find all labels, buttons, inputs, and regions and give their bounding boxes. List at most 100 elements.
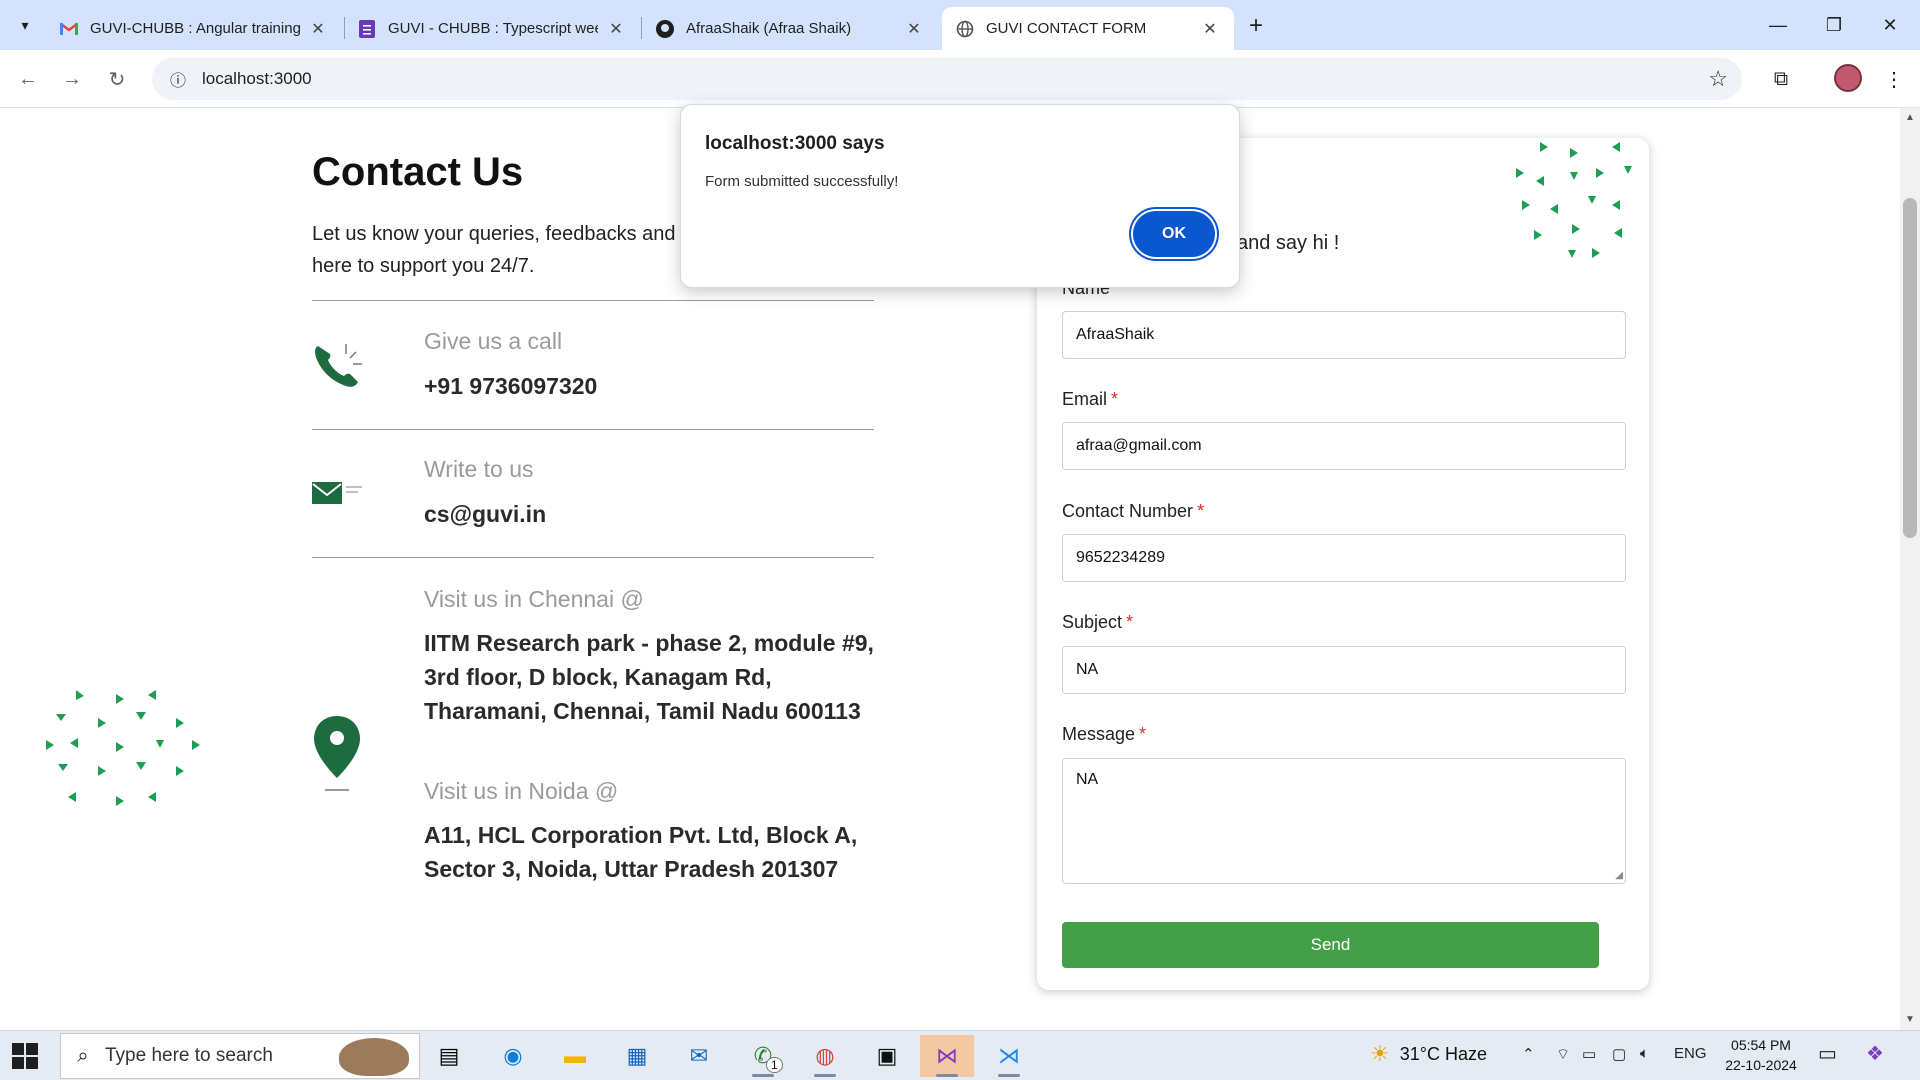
- windows-taskbar: ⌕ Type here to search ▤ ◉ ▬ ▦ ✉ ✆ 1 ◍ ▣ …: [0, 1030, 1920, 1080]
- globe-icon: [956, 20, 974, 38]
- resize-handle-icon[interactable]: ◢: [1615, 870, 1623, 881]
- tab-gmail[interactable]: GUVI-CHUBB : Angular training ✕: [46, 7, 342, 50]
- taskbar-whatsapp[interactable]: ✆ 1: [736, 1035, 790, 1077]
- message-label-text: Message: [1062, 724, 1136, 744]
- required-asterisk: *: [1126, 612, 1134, 632]
- close-icon[interactable]: ✕: [308, 19, 328, 39]
- tab-guvi-contact-form[interactable]: GUVI CONTACT FORM ✕: [942, 7, 1234, 50]
- taskbar-intellij[interactable]: ▣: [860, 1035, 914, 1077]
- language-indicator[interactable]: ENG: [1674, 1045, 1707, 1062]
- call-label: Give us a call: [424, 328, 563, 354]
- running-indicator: [998, 1074, 1020, 1077]
- reload-button[interactable]: ↻: [99, 61, 135, 97]
- copilot-icon[interactable]: ❖: [1866, 1041, 1884, 1066]
- site-info-icon[interactable]: ⓘ: [158, 67, 198, 91]
- contact-number-label: Contact Number *: [1062, 501, 1204, 522]
- contact-number-label-text: Contact Number: [1062, 501, 1194, 521]
- reload-icon: ↻: [108, 68, 126, 91]
- close-icon: ✕: [1882, 14, 1898, 35]
- store-icon: ▦: [626, 1043, 648, 1068]
- chennai-label: Visit us in Chennai @: [424, 586, 644, 612]
- tray-chevron-icon[interactable]: ⌃: [1522, 1045, 1535, 1063]
- close-icon[interactable]: ✕: [1200, 19, 1220, 39]
- email-field[interactable]: afraa@gmail.com: [1062, 422, 1626, 470]
- noida-address: A11, HCL Corporation Pvt. Ltd, Block A, …: [424, 822, 858, 882]
- scrollbar-thumb[interactable]: [1903, 198, 1917, 538]
- running-indicator: [936, 1074, 958, 1077]
- message-textarea[interactable]: NA ◢: [1062, 758, 1626, 884]
- tab-title: GUVI - CHUBB : Typescript wee: [388, 20, 598, 37]
- new-tab-button[interactable]: +: [1240, 10, 1272, 42]
- subject-label-text: Subject: [1062, 612, 1123, 632]
- notifications-icon[interactable]: ▭: [1818, 1041, 1837, 1066]
- url-text: localhost:3000: [202, 69, 312, 88]
- ok-button[interactable]: OK: [1133, 211, 1215, 257]
- taskbar-file-explorer[interactable]: ▬: [548, 1035, 602, 1077]
- close-icon[interactable]: ✕: [606, 19, 626, 39]
- subject-field[interactable]: NA: [1062, 646, 1626, 694]
- contact-number-field[interactable]: 9652234289: [1062, 534, 1626, 582]
- name-field[interactable]: AfraaShaik: [1062, 311, 1626, 359]
- taskbar-search[interactable]: ⌕ Type here to search: [60, 1033, 420, 1079]
- more-vert-icon: ⋮: [1884, 68, 1904, 91]
- weather-widget[interactable]: ☀ 31°C Haze: [1370, 1041, 1487, 1067]
- taskbar-chrome[interactable]: ◍: [798, 1035, 852, 1077]
- tab-github[interactable]: AfraaShaik (Afraa Shaik) ✕: [642, 7, 938, 50]
- github-icon: [656, 19, 674, 38]
- running-indicator: [814, 1074, 836, 1077]
- clock-time: 05:54 PM: [1731, 1037, 1791, 1053]
- close-icon[interactable]: ✕: [904, 19, 924, 39]
- clock[interactable]: 05:54 PM 22-10-2024: [1716, 1035, 1806, 1075]
- chrome-icon: ◍: [815, 1043, 835, 1068]
- extensions-button[interactable]: ⧉: [1763, 61, 1799, 97]
- weather-text: 31°C Haze: [1399, 1043, 1487, 1064]
- avatar[interactable]: [1834, 64, 1862, 92]
- intellij-icon: ▣: [876, 1043, 898, 1068]
- bookmark-star-icon[interactable]: ☆: [1708, 66, 1728, 92]
- tab-title: GUVI CONTACT FORM: [986, 20, 1147, 37]
- wifi-icon[interactable]: ⌔: [1556, 1045, 1570, 1064]
- dialog-message: Form submitted successfully!: [705, 173, 899, 190]
- taskbar-mail[interactable]: ✉: [672, 1035, 726, 1077]
- divider: [312, 557, 874, 558]
- scroll-down-icon[interactable]: ▼: [1900, 1014, 1920, 1025]
- menu-button[interactable]: ⋮: [1876, 61, 1912, 97]
- running-indicator: [752, 1074, 774, 1077]
- scroll-up-icon[interactable]: ▲: [1900, 112, 1920, 123]
- write-label: Write to us: [424, 456, 534, 482]
- back-button[interactable]: ←: [10, 61, 46, 97]
- required-asterisk: *: [1139, 724, 1147, 744]
- page-scrollbar[interactable]: ▲ ▼: [1900, 108, 1920, 1030]
- subject-label: Subject *: [1062, 612, 1133, 633]
- taskbar-edge[interactable]: ◉: [486, 1035, 540, 1077]
- minimize-button[interactable]: —: [1750, 0, 1806, 50]
- battery-icon[interactable]: ▭: [1582, 1045, 1596, 1063]
- send-button[interactable]: Send: [1062, 922, 1599, 968]
- tab-forms[interactable]: GUVI - CHUBB : Typescript wee ✕: [344, 7, 640, 50]
- notification-badge: 1: [766, 1057, 783, 1073]
- taskbar-vscode[interactable]: ⋊: [982, 1035, 1036, 1077]
- tab-strip: ▾ GUVI-CHUBB : Angular training ✕ GUVI -…: [0, 0, 1920, 50]
- address-bar[interactable]: ⓘ localhost:3000 ☆: [152, 58, 1742, 100]
- close-window-button[interactable]: ✕: [1862, 0, 1918, 50]
- edge-icon: ◉: [503, 1043, 523, 1068]
- tab-search-button[interactable]: ▾: [10, 10, 40, 40]
- page-title: Contact Us: [312, 150, 524, 194]
- browser-toolbar: ← → ↻ ⓘ localhost:3000 ☆ ⧉ ⋮: [0, 50, 1920, 108]
- network-icon[interactable]: ▢: [1612, 1045, 1626, 1063]
- phone-icon: [312, 340, 366, 395]
- windows-start-icon[interactable]: [12, 1043, 38, 1069]
- visual-studio-icon: ⋈: [936, 1043, 958, 1068]
- taskbar-store[interactable]: ▦: [610, 1035, 664, 1077]
- chevron-down-icon: ▾: [21, 16, 29, 33]
- task-view-button[interactable]: ▤: [422, 1035, 476, 1077]
- volume-icon[interactable]: 🔈︎: [1640, 1045, 1649, 1062]
- task-view-icon: ▤: [438, 1043, 460, 1068]
- decorative-triangles: [46, 690, 200, 806]
- forms-icon: [358, 19, 376, 38]
- forward-button[interactable]: →: [54, 61, 90, 97]
- taskbar-visual-studio[interactable]: ⋈: [920, 1035, 974, 1077]
- restore-button[interactable]: ❐: [1806, 0, 1862, 50]
- noida-label: Visit us in Noida @: [424, 778, 619, 804]
- puzzle-icon: ⧉: [1773, 67, 1789, 90]
